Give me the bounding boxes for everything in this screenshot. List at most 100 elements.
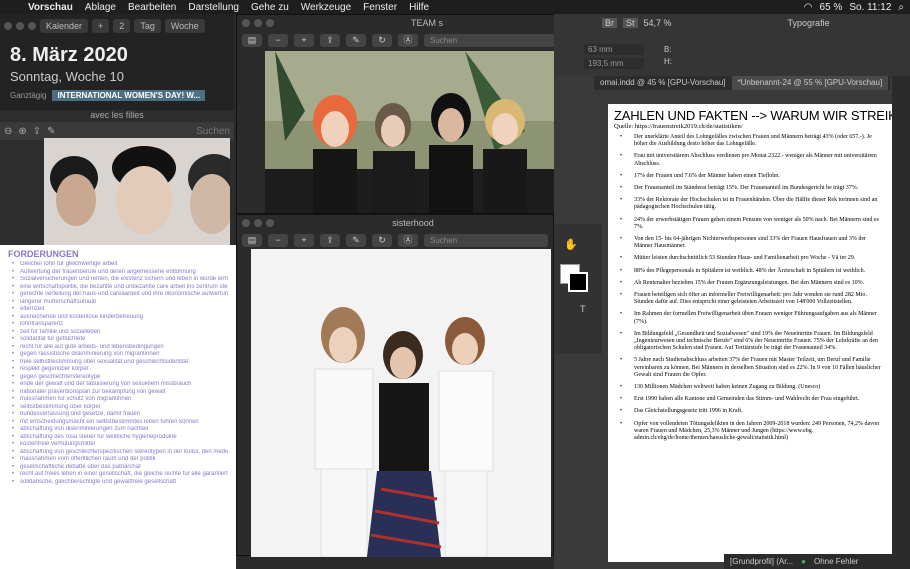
- menu-hilfe[interactable]: Hilfe: [403, 2, 435, 13]
- list-item: nationaler präventionsplan zur bekämpfun…: [8, 389, 228, 397]
- close-button[interactable]: [242, 219, 250, 227]
- fact-item: Erst 1990 haben alle Kantone und Gemeind…: [614, 396, 886, 403]
- wifi-icon[interactable]: ◠: [804, 2, 813, 13]
- minimize-button[interactable]: [16, 22, 24, 30]
- fact-item: Im Rahmen der formellen Freiwilligenarbe…: [614, 311, 886, 325]
- fact-item: Im Bildungsfeld „Gesundheit und Sozialwe…: [614, 331, 886, 353]
- inbox-badge[interactable]: 2: [113, 19, 131, 33]
- calendar-event[interactable]: INTERNATIONAL WOMEN'S DAY! W...: [52, 90, 206, 101]
- calendar-weekday: Sonntag, Woche 10: [10, 69, 124, 84]
- status-style[interactable]: [Grundprofil] (Ar...: [730, 557, 793, 566]
- annotate-icon[interactable]: Ⓐ: [398, 33, 418, 47]
- clock[interactable]: So. 11:12: [849, 2, 891, 13]
- markup-icon[interactable]: ✎: [346, 233, 366, 247]
- fact-item: 24% der erwerbstätigen Frauen gehen eine…: [614, 217, 886, 231]
- share-icon[interactable]: ⇪: [320, 233, 340, 247]
- share-icon[interactable]: ⇪: [33, 126, 41, 137]
- tab-day[interactable]: Tag: [134, 19, 161, 33]
- sidebar-icon[interactable]: ▤: [242, 233, 262, 247]
- menu-darstellung[interactable]: Darstellung: [182, 2, 245, 13]
- bridge-icon[interactable]: Br: [602, 18, 617, 28]
- window-title: avec les filles: [90, 110, 144, 120]
- search-input[interactable]: Suchen: [424, 233, 548, 247]
- list-item: selbstbestimmung über körper: [8, 404, 228, 412]
- menu-werkzeuge[interactable]: Werkzeuge: [295, 2, 357, 13]
- fact-item: 130 Millionen Mädchen weltweit haben kei…: [614, 384, 886, 391]
- close-button[interactable]: [4, 22, 12, 30]
- list-item: gesellschaftliche debatte über das patri…: [8, 464, 228, 472]
- minimize-button[interactable]: [254, 219, 262, 227]
- calendars-button[interactable]: Kalender: [40, 19, 89, 33]
- list-item: kostenfreie verhütungsmittel: [8, 441, 228, 449]
- zoom-level[interactable]: 54,7 %: [644, 18, 672, 28]
- forderungen-list: Gleicher lohn für gleichwertige arbeitAu…: [8, 261, 228, 486]
- annotate-icon[interactable]: Ⓐ: [398, 233, 418, 247]
- menu-gehe-zu[interactable]: Gehe zu: [245, 2, 295, 13]
- tab-unbenannt[interactable]: *Unbenannt-24 @ 55 % [GPU-Vorschau]: [731, 76, 889, 90]
- fact-item: Der unerklärte Anteil des Lohngefälles z…: [614, 134, 886, 148]
- allday-row: Ganztägig INTERNATIONAL WOMEN'S DAY! W..…: [0, 86, 234, 105]
- y-field[interactable]: 193,5 mm: [584, 58, 644, 69]
- list-item: gerechte verteilung der haus-und careaar…: [8, 291, 228, 299]
- zoom-out-icon[interactable]: −: [268, 233, 288, 247]
- zoom-out-icon[interactable]: ⊖: [4, 126, 12, 137]
- fact-item: Frau mit universitärem Abschluss verdien…: [614, 153, 886, 167]
- tab-omai[interactable]: omai.indd @ 45 % [GPU-Vorschau]: [594, 76, 732, 90]
- markup-icon[interactable]: ✎: [346, 33, 366, 47]
- workspace-switcher[interactable]: Typografie: [788, 18, 830, 28]
- menu-ablage[interactable]: Ablage: [79, 2, 122, 13]
- markup-icon[interactable]: ✎: [47, 126, 55, 137]
- document-tabs: omai.indd @ 45 % [GPU-Vorschau] *Unbenan…: [594, 76, 890, 90]
- calendar-toolbar: Kalender + 2 Tag Woche: [0, 14, 234, 38]
- list-item: mit entscheidungsmacht ein selbstbestimm…: [8, 419, 228, 427]
- preview-window-sisterhood: sisterhood ▤ − + ⇪ ✎ ↻ Ⓐ Suchen: [236, 214, 554, 557]
- list-item: solidarität für geflüchtete: [8, 336, 228, 344]
- preview-toolbar: ▤ − + ⇪ ✎ ↻ Ⓐ Suchen: [237, 231, 553, 249]
- stock-icon[interactable]: St: [623, 18, 638, 28]
- fact-item: Frauen beteiligen sich öfter an informel…: [614, 292, 886, 306]
- fill-stroke-swatch[interactable]: [560, 264, 588, 292]
- rotate-icon[interactable]: ↻: [372, 233, 392, 247]
- list-item: ausreichende und kostenlose kinderbetreu…: [8, 314, 228, 322]
- list-item: massnahmen für schutz von migrantinnen: [8, 396, 228, 404]
- preview-toolbar: ▤ − + ⇪ ✎ ↻ Ⓐ Suchen: [237, 31, 581, 49]
- search-icon[interactable]: ⌕: [898, 2, 904, 13]
- list-item: gegen geschlechterstereotype: [8, 374, 228, 382]
- menubar: Vorschau Ablage Bearbeiten Darstellung G…: [0, 0, 910, 14]
- list-item: bundesverfassung und gesetze, damit frau…: [8, 411, 228, 419]
- menu-app[interactable]: Vorschau: [22, 2, 79, 13]
- add-event-button[interactable]: +: [92, 19, 110, 33]
- zoom-out-icon[interactable]: −: [268, 33, 288, 47]
- indesign-page[interactable]: ZAHLEN UND FAKTEN --> WARUM WIR STREIKEN…: [608, 104, 892, 562]
- battery-label[interactable]: 65 %: [820, 2, 843, 13]
- list-item: längerer mutterschaftsurlaub: [8, 299, 228, 307]
- search-field[interactable]: Suchen: [196, 126, 230, 137]
- window-titlebar: sisterhood: [237, 215, 553, 231]
- sidebar-icon[interactable]: ▤: [242, 33, 262, 47]
- zoom-in-icon[interactable]: ⊕: [18, 126, 26, 137]
- menu-bearbeiten[interactable]: Bearbeiten: [122, 2, 182, 13]
- zoom-in-icon[interactable]: +: [294, 233, 314, 247]
- menu-fenster[interactable]: Fenster: [357, 2, 403, 13]
- close-button[interactable]: [242, 19, 250, 27]
- status-errors[interactable]: Ohne Fehler: [814, 557, 858, 566]
- fact-item: Von den 15- bis 64-jährigen Nichterwerbs…: [614, 236, 886, 250]
- zoom-button[interactable]: [266, 219, 274, 227]
- list-item: respekt gegenüber körper: [8, 366, 228, 374]
- share-icon[interactable]: ⇪: [320, 33, 340, 47]
- list-item: elternzeit: [8, 306, 228, 314]
- tab-week[interactable]: Woche: [164, 19, 205, 33]
- zoom-button[interactable]: [28, 22, 36, 30]
- indesign-control-panel: Br St 54,7 % Typografie 63 mm 193,5 mm B…: [554, 14, 910, 76]
- fact-item: 5 Jahre nach Studienabschluss arbeiten 3…: [614, 357, 886, 379]
- x-field[interactable]: 63 mm: [584, 44, 644, 55]
- page-source: Quelle: https://frauenstreik2019.ch/de/s…: [614, 123, 743, 130]
- fact-item: Das Gleichstellungsgesetz tritt 1996 in …: [614, 408, 886, 415]
- tools-panel: ✋ T: [554, 224, 602, 354]
- type-icon[interactable]: T: [580, 304, 586, 314]
- hand-icon[interactable]: ✋: [564, 238, 578, 251]
- zoom-button[interactable]: [266, 19, 274, 27]
- zoom-in-icon[interactable]: +: [294, 33, 314, 47]
- minimize-button[interactable]: [254, 19, 262, 27]
- rotate-icon[interactable]: ↻: [372, 33, 392, 47]
